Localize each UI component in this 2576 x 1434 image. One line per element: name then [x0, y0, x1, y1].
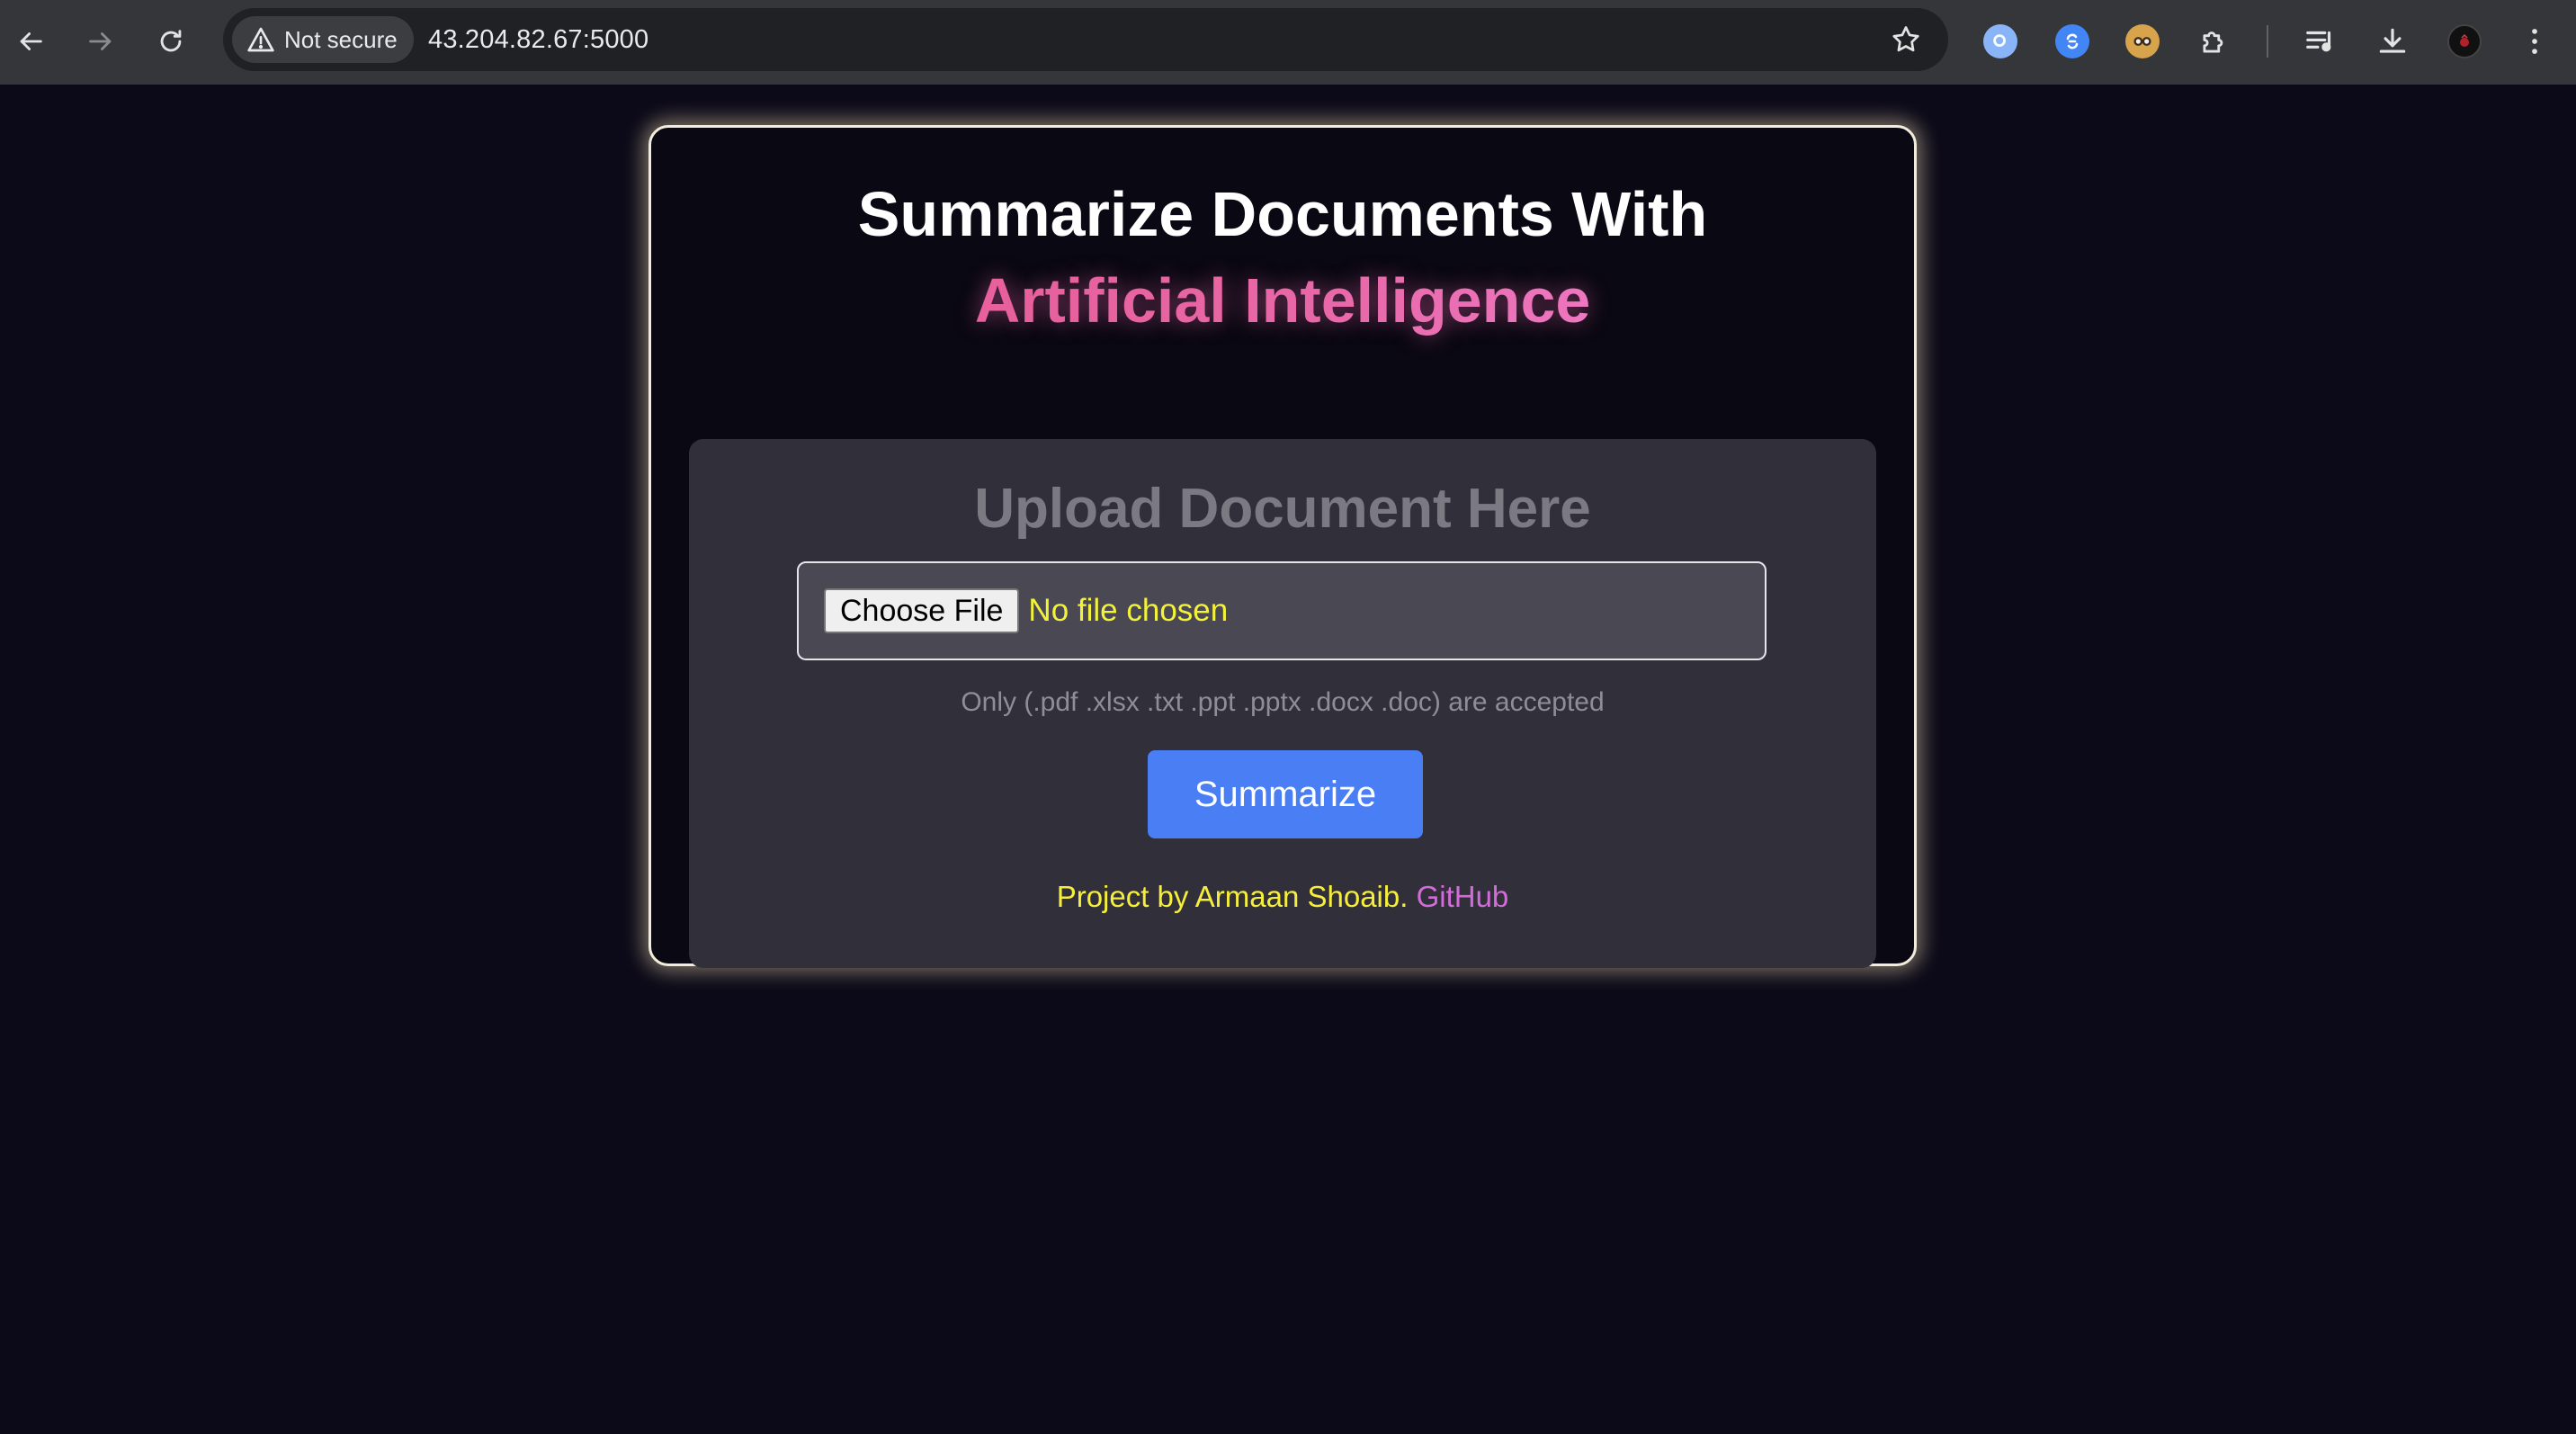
upload-panel: Upload Document Here Choose File No file…: [689, 439, 1876, 968]
back-button[interactable]: [9, 20, 52, 63]
media-controls-button[interactable]: [2297, 18, 2344, 65]
arrow-right-icon: [89, 32, 112, 50]
downloads-button[interactable]: [2369, 18, 2416, 65]
file-input[interactable]: Choose File No file chosen: [797, 561, 1767, 660]
reload-button[interactable]: [149, 20, 192, 63]
choose-file-button[interactable]: Choose File: [824, 588, 1020, 633]
github-link[interactable]: GitHub: [1417, 880, 1509, 913]
page-title: Summarize Documents With: [857, 179, 1708, 249]
footer-credit: Project by Armaan Shoaib. GitHub: [689, 880, 1876, 914]
warning-icon: [247, 27, 274, 52]
url-text[interactable]: 43.204.82.67:5000: [428, 8, 648, 71]
forward-button[interactable]: [79, 20, 122, 63]
summarize-button[interactable]: Summarize: [1148, 750, 1423, 838]
credit-text: Project by Armaan Shoaib.: [1056, 880, 1409, 913]
menu-button[interactable]: [2511, 18, 2558, 65]
avatar: [2447, 24, 2482, 58]
kebab-menu-icon: [2532, 29, 2537, 54]
reload-icon: [160, 30, 182, 52]
download-icon: [2379, 28, 2406, 53]
extension-glasses-button[interactable]: [2119, 18, 2166, 65]
security-label: Not secure: [284, 25, 398, 53]
extension-swirl-button[interactable]: [2049, 18, 2096, 65]
queue-music-icon: [2306, 31, 2331, 52]
file-status: No file chosen: [1028, 593, 1229, 628]
star-icon: [1892, 26, 1919, 52]
browser-toolbar: Not secure 43.204.82.67:5000: [0, 0, 2576, 85]
extensions-button[interactable]: [2191, 18, 2238, 65]
swirl-icon: [2055, 24, 2089, 58]
main-card: Summarize Documents With Artificial Inte…: [648, 125, 1917, 968]
accepted-formats-hint: Only (.pdf .xlsx .txt .ppt .pptx .docx .…: [961, 687, 1605, 717]
page-subtitle: Artificial Intelligence: [651, 259, 1914, 342]
security-chip[interactable]: Not secure: [232, 16, 414, 63]
puzzle-icon: [2203, 31, 2223, 53]
bookmark-button[interactable]: [1887, 21, 1925, 58]
extension-lens-button[interactable]: [1977, 18, 2024, 65]
profile-button[interactable]: [2441, 18, 2488, 65]
address-bar[interactable]: Not secure 43.204.82.67:5000: [223, 8, 1948, 71]
page-subtitle-text: Artificial Intelligence: [974, 265, 1591, 336]
upload-heading: Upload Document Here: [974, 478, 1591, 540]
arrow-left-icon: [20, 32, 42, 50]
glasses-face-icon: [2125, 24, 2160, 58]
toolbar-divider: [2267, 25, 2268, 58]
page-viewport: Summarize Documents With Artificial Inte…: [0, 85, 2576, 1434]
lens-icon: [1983, 24, 2017, 58]
